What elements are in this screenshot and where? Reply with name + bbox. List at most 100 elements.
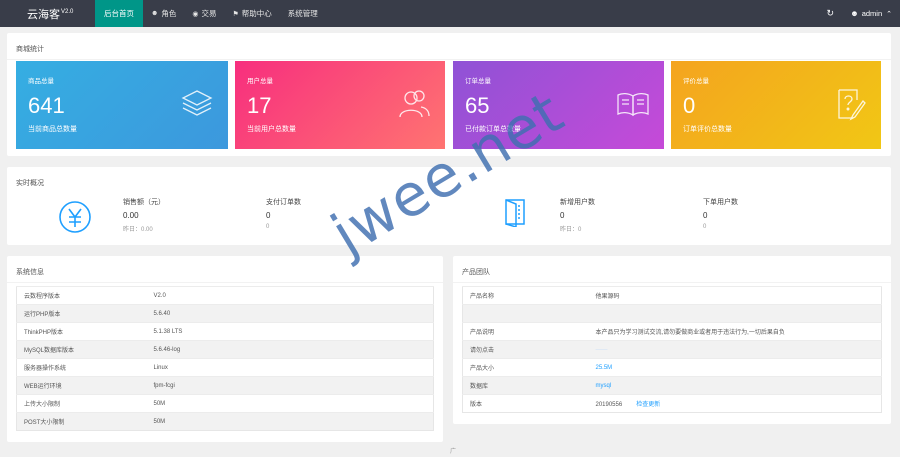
version-value: 20190556 [595, 402, 623, 408]
nav-item-system[interactable]: 系统管理 [280, 0, 326, 27]
db-link[interactable]: mysql [596, 383, 612, 389]
divider [7, 59, 891, 60]
table-row: 服务器操作系统 Linux [16, 358, 434, 377]
rt-value: 0 [703, 211, 708, 220]
system-info-table: 云数程序版本 V2.0 运行PHP版本 5.6.40 ThinkPHP版本 5.1.3… [16, 286, 434, 431]
tile-value: 17 [247, 93, 272, 118]
door-icon [505, 199, 525, 227]
divider [453, 282, 891, 283]
nav-item-trade[interactable]: ◉ 交易 [184, 0, 224, 27]
nav-label: 系统管理 [287, 9, 318, 18]
table-row: MySQL数据库版本 5.6.46-log [16, 340, 434, 359]
rt-label: 支付订单数 [266, 199, 301, 206]
table-cell: 5.6.46-log [146, 340, 434, 359]
coins-icon: ◉ [192, 10, 199, 18]
table-cell: 数据库 [462, 376, 589, 395]
nav-item-home[interactable]: 后台首页 [95, 0, 143, 27]
refresh-icon[interactable]: ↻ [822, 0, 838, 27]
table-row: WEB运行环境 fpm-fcgi [16, 376, 434, 395]
app-logo[interactable]: 云海客V2.0 [27, 6, 73, 22]
layers-icon [181, 90, 213, 116]
rt-sub: 0 [703, 224, 707, 230]
check-update-link[interactable]: 检查更新 [636, 402, 660, 408]
logo-text: 云海客 [27, 9, 60, 21]
rt-value: 0 [560, 211, 565, 220]
system-info-card: 系统信息 云数程序版本 V2.0 运行PHP版本 5.6.40 ThinkPHP版本… [7, 256, 443, 442]
table-cell: 产品说明 [462, 322, 589, 341]
table-row: 版本 20190556 检查更新 [462, 394, 882, 413]
table-cell: 50M [146, 394, 434, 413]
table-cell: POST大小限制 [16, 412, 147, 431]
nav-item-help[interactable]: ⚑ 帮助中心 [224, 0, 279, 27]
table-cell: Linux [146, 358, 434, 377]
nav-label: 帮助中心 [241, 9, 272, 18]
tile-label: 评价总量 [683, 78, 709, 85]
tile-goods[interactable]: 商品总量 641 当前商品总数量 [16, 61, 228, 149]
table-row: ThinkPHP版本 5.1.38 LTS [16, 322, 434, 341]
tile-label: 用户总量 [247, 78, 273, 85]
table-cell: 50M [146, 412, 434, 431]
table-cell: 25.5M [588, 358, 882, 377]
size-link[interactable]: 25.5M [596, 365, 613, 371]
table-cell [462, 304, 589, 323]
table-cell: WEB运行环境 [16, 376, 147, 395]
rt-label: 新增用户数 [560, 199, 595, 206]
table-cell: mysql [588, 376, 882, 395]
rt-value: 0.00 [123, 211, 139, 220]
top-navbar: 云海客V2.0 后台首页 ☻ 角色 ◉ 交易 ⚑ 帮助中心 系统管理 ↻ ☻ admi… [0, 0, 900, 27]
product-table: 产品名称 他果源码 产品说明 本产品只为学习测试交流,请勿要做商业或者用于违法行为,… [462, 286, 882, 413]
tile-reviews[interactable]: 评价总量 0 订单评价总数量 [671, 61, 881, 149]
users-icon [399, 90, 430, 118]
top-right-tools: ↻ ☻ admin ⌃ [822, 0, 900, 27]
tile-sub: 订单评价总数量 [683, 126, 732, 133]
tile-users[interactable]: 用户总量 17 当前用户总数量 [235, 61, 445, 149]
rt-value: 0 [266, 211, 271, 220]
tile-label: 订单总量 [465, 78, 491, 85]
rt-yesterday: 昨日：0 [560, 227, 582, 233]
edit-icon [838, 89, 866, 121]
rt-sales: 销售额（元） 0.00 昨日：0.00 [123, 197, 165, 233]
table-row: 云数程序版本 V2.0 [16, 286, 434, 305]
rt-paid-orders: 支付订单数 0 0 [266, 197, 301, 230]
rt-order-users: 下单用户数 0 0 [703, 197, 738, 230]
product-team-card: 产品团队 产品名称 他果源码 产品说明 本产品只为学习测试交流,请勿要做商业或者用于… [453, 256, 891, 424]
hidden-link[interactable]: —— [596, 347, 608, 353]
user-name: admin [861, 9, 883, 18]
user-menu[interactable]: ☻ admin ⌃ [850, 9, 892, 18]
user-icon: ☻ [151, 10, 159, 17]
table-cell: fpm-fcgi [146, 376, 434, 395]
product-title: 产品团队 [462, 269, 490, 276]
table-cell: MySQL数据库版本 [16, 340, 147, 359]
table-cell: 版本 [462, 394, 589, 413]
table-cell: 5.1.38 LTS [146, 322, 434, 341]
rt-label: 下单用户数 [703, 199, 738, 206]
tile-sub: 当前商品总数量 [28, 126, 77, 133]
table-row: 数据库 mysql [462, 376, 882, 395]
table-cell: 运行PHP版本 [16, 304, 147, 323]
table-cell: 5.6.40 [146, 304, 434, 323]
table-cell: 服务器操作系统 [16, 358, 147, 377]
user-icon: ☻ [850, 9, 859, 18]
table-row: 产品说明 本产品只为学习测试交流,请勿要做商业或者用于违法行为,一切后果自负 [462, 322, 882, 341]
table-cell: 请勿点击 [462, 340, 589, 359]
nav-item-role[interactable]: ☻ 角色 [143, 0, 184, 27]
table-cell: 产品大小 [462, 358, 589, 377]
table-row: 运行PHP版本 5.6.40 [16, 304, 434, 323]
table-cell: 云数程序版本 [16, 286, 147, 305]
table-row: 产品名称 他果源码 [462, 286, 882, 305]
tile-sub: 当前用户总数量 [247, 126, 296, 133]
realtime-title: 实时概况 [16, 180, 44, 187]
rt-yesterday: 昨日：0.00 [123, 227, 153, 233]
nav-label: 交易 [201, 9, 217, 18]
table-cell: 上传大小限制 [16, 394, 147, 413]
tile-value: 0 [683, 93, 696, 118]
tile-label: 商品总量 [28, 78, 54, 85]
table-row: 请勿点击 —— [462, 340, 882, 359]
rt-sub: 0 [266, 224, 270, 230]
footer-mark: 广 [450, 449, 457, 455]
table-row: POST大小限制 50M [16, 412, 434, 431]
table-cell: 他果源码 [588, 286, 882, 305]
chevron-up-icon: ⌃ [886, 10, 892, 18]
system-title: 系统信息 [16, 269, 44, 276]
table-row: 产品大小 25.5M [462, 358, 882, 377]
